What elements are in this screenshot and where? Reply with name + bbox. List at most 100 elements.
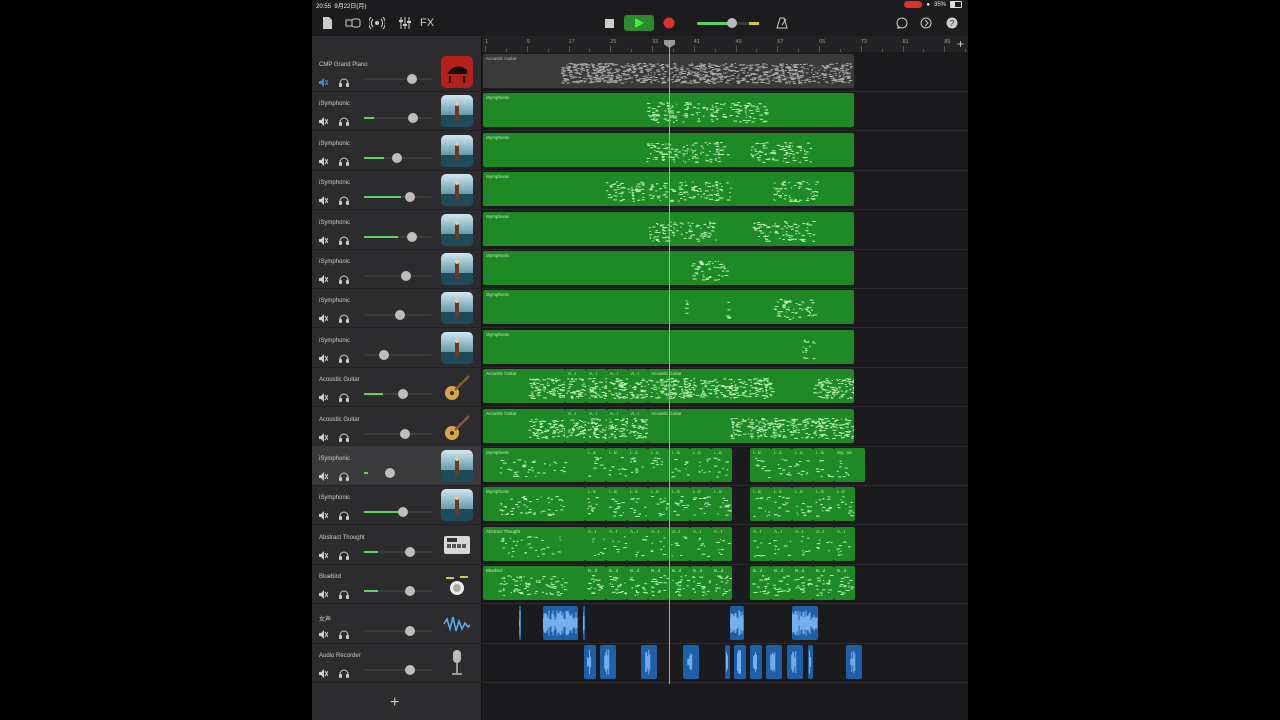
region[interactable]: A...t: [750, 526, 771, 561]
region[interactable]: A...r: [607, 408, 628, 443]
region[interactable]: i...ic: [648, 487, 669, 522]
mute-icon[interactable]: [319, 429, 329, 442]
track-header[interactable]: iSymphonic: [312, 446, 481, 486]
region[interactable]: Abstract Thought: [483, 526, 585, 561]
volume-knob[interactable]: [405, 625, 416, 636]
track-header[interactable]: iSymphonic: [312, 170, 481, 211]
mute-icon[interactable]: [319, 74, 329, 87]
mute-icon[interactable]: [319, 153, 329, 166]
volume-knob[interactable]: [405, 665, 416, 675]
track-header[interactable]: Bluebird: [312, 564, 481, 605]
region[interactable]: i...ic: [813, 448, 834, 482]
region[interactable]: A...t: [771, 526, 792, 561]
region[interactable]: A...t: [585, 526, 606, 561]
guitar-icon[interactable]: [441, 371, 473, 404]
headphones-icon[interactable]: [339, 507, 349, 521]
mute-icon[interactable]: [319, 665, 329, 678]
loop-browser-icon[interactable]: [894, 14, 910, 32]
headphones-icon[interactable]: [339, 232, 349, 245]
symphonic-icon[interactable]: [441, 253, 473, 285]
guitar-icon[interactable]: [441, 410, 473, 443]
volume-knob[interactable]: [407, 113, 418, 124]
region[interactable]: [584, 645, 596, 679]
volume-slider[interactable]: [364, 271, 432, 281]
mute-icon[interactable]: [319, 468, 329, 481]
region[interactable]: B...d: [585, 566, 606, 601]
volume-knob[interactable]: [395, 310, 406, 321]
symphonic-icon[interactable]: [441, 134, 473, 167]
volume-knob[interactable]: [406, 231, 417, 242]
region[interactable]: B...d: [627, 566, 648, 601]
track-header[interactable]: iSymphonic: [312, 485, 481, 526]
region[interactable]: B...d: [813, 566, 834, 601]
headphones-icon[interactable]: [339, 547, 349, 560]
region[interactable]: i...ic: [669, 487, 690, 522]
volume-knob[interactable]: [405, 586, 416, 597]
symphonic-icon[interactable]: [441, 213, 473, 246]
timeline-ruler[interactable]: + 1 9 17 25 33 41 49 57 65 73 81 89: [482, 36, 968, 53]
region[interactable]: [792, 605, 818, 640]
symphonic-icon[interactable]: [441, 331, 473, 364]
region[interactable]: i...ic: [771, 448, 792, 482]
volume-knob[interactable]: [399, 428, 410, 439]
region[interactable]: i...ic: [792, 487, 813, 522]
volume-knob[interactable]: [398, 389, 409, 400]
volume-slider[interactable]: [364, 625, 432, 636]
region[interactable]: B...d: [606, 566, 627, 601]
track-header[interactable]: Abstract Thought: [312, 525, 481, 565]
volume-slider[interactable]: [364, 507, 432, 518]
volume-slider[interactable]: [364, 586, 432, 597]
region[interactable]: A...r: [586, 369, 607, 404]
region[interactable]: A...t: [690, 526, 711, 561]
volume-knob[interactable]: [401, 271, 412, 281]
region[interactable]: [519, 605, 521, 640]
track-header[interactable]: 女声: [312, 604, 481, 644]
symphonic-icon[interactable]: [441, 174, 473, 207]
symphonic-icon[interactable]: [441, 489, 473, 522]
headphones-icon[interactable]: [339, 271, 349, 284]
region[interactable]: [725, 645, 730, 679]
region[interactable]: A...r: [565, 408, 586, 443]
headphones-icon[interactable]: [339, 192, 349, 206]
track-view-icon[interactable]: [344, 14, 364, 32]
track-header[interactable]: Audio Recorder: [312, 643, 481, 683]
region[interactable]: i...ic: [585, 448, 606, 482]
region[interactable]: A...t: [669, 526, 690, 561]
region[interactable]: i...ic: [606, 448, 627, 482]
volume-slider[interactable]: [364, 389, 432, 400]
region[interactable]: [750, 645, 762, 679]
volume-slider[interactable]: [364, 152, 432, 163]
symphonic-icon[interactable]: [441, 450, 473, 482]
master-volume-slider[interactable]: [697, 18, 759, 28]
drum-kit-icon[interactable]: [441, 568, 473, 601]
symphonic-icon[interactable]: [441, 95, 473, 128]
headphones-icon[interactable]: [339, 113, 349, 127]
region[interactable]: i...ic: [771, 487, 792, 522]
track-header[interactable]: iSymphonic: [312, 288, 481, 329]
track-header[interactable]: iSymphonic: [312, 131, 481, 171]
region[interactable]: A...r: [607, 369, 628, 404]
volume-knob[interactable]: [379, 349, 390, 360]
region[interactable]: A...t: [627, 526, 648, 561]
volume-knob[interactable]: [384, 468, 395, 478]
add-section-icon[interactable]: +: [957, 37, 964, 51]
region[interactable]: iSymphonic: [483, 487, 585, 522]
headphones-icon[interactable]: [339, 310, 349, 324]
region[interactable]: A...r: [565, 369, 586, 404]
play-button[interactable]: [624, 15, 654, 31]
settings-icon[interactable]: [918, 14, 934, 32]
metronome-icon[interactable]: [774, 14, 790, 32]
region[interactable]: Acoustic Guitar: [648, 408, 854, 443]
track-header[interactable]: Acoustic Guitar: [312, 367, 481, 408]
mute-icon[interactable]: [319, 586, 329, 600]
track-header[interactable]: iSymphonic: [312, 249, 481, 289]
microphone-icon[interactable]: [441, 647, 473, 679]
region[interactable]: [641, 645, 657, 679]
volume-knob[interactable]: [397, 507, 408, 518]
headphones-icon[interactable]: [339, 665, 349, 678]
region[interactable]: [730, 605, 744, 640]
mute-icon[interactable]: [319, 350, 329, 363]
record-button[interactable]: [660, 14, 678, 32]
region[interactable]: A...t: [834, 526, 855, 561]
track-header[interactable]: iSymphonic: [312, 91, 481, 132]
